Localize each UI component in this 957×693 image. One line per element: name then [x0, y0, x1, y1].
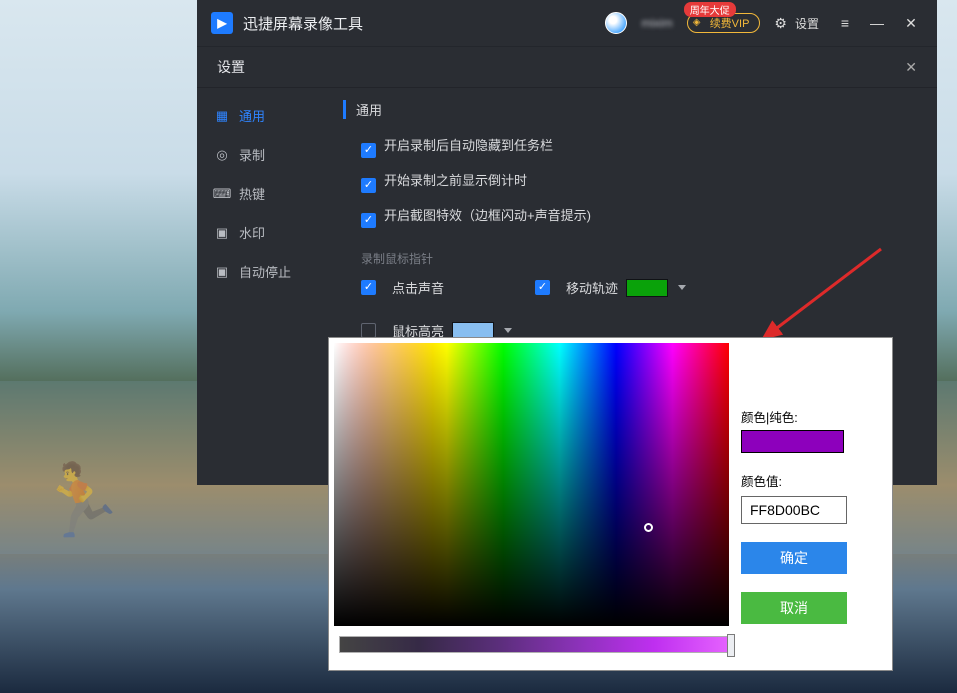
color-sv-area[interactable] — [334, 343, 729, 626]
sidebar-item-label: 水印 — [239, 223, 265, 242]
preview-swatch — [741, 430, 844, 453]
value-label: 颜色值: — [741, 471, 874, 490]
option-label: 开始录制之前显示倒计时 — [384, 173, 527, 188]
checkbox-click-sound[interactable] — [361, 280, 376, 295]
vip-diamond-icon: ◈ — [693, 17, 701, 28]
option-label: 移动轨迹 — [566, 278, 618, 297]
sidebar-item-autostop[interactable]: ▣ 自动停止 — [197, 252, 329, 291]
sidebar-item-general[interactable]: ▦ 通用 — [197, 96, 329, 135]
sidebar-item-record[interactable]: ◎ 录制 — [197, 135, 329, 174]
vip-label: 续费VIP — [710, 18, 750, 30]
checkbox-highlight[interactable] — [361, 323, 376, 338]
mouse-group-label: 录制鼠标指针 — [361, 250, 923, 267]
ok-button[interactable]: 确定 — [741, 542, 847, 574]
username[interactable]: mixim — [637, 16, 676, 30]
app-icon: ▶ — [211, 12, 233, 34]
sidebar-item-label: 自动停止 — [239, 262, 291, 281]
menu-icon[interactable]: ≡ — [831, 15, 855, 31]
subheader-close[interactable]: ✕ — [905, 59, 917, 76]
sidebar-item-label: 通用 — [239, 106, 265, 125]
cancel-button[interactable]: 取消 — [741, 592, 847, 624]
sidebar-item-watermark[interactable]: ▣ 水印 — [197, 213, 329, 252]
watermark-icon: ▣ — [215, 226, 229, 240]
gear-icon[interactable]: ⚙ — [774, 15, 787, 32]
subheader-title: 设置 — [217, 57, 245, 77]
color-picker-popup: 颜色|纯色: 颜色值: 确定 取消 — [328, 337, 893, 671]
checkbox-countdown[interactable] — [361, 178, 376, 193]
checkbox-hide-taskbar[interactable] — [361, 143, 376, 158]
renew-vip-button[interactable]: 周年大促 ◈ 续费VIP — [687, 13, 761, 33]
checkbox-screenshot-fx[interactable] — [361, 213, 376, 228]
option-label: 开启录制后自动隐藏到任务栏 — [384, 138, 553, 153]
close-button[interactable]: ✕ — [899, 15, 923, 32]
sidebar-item-label: 热键 — [239, 184, 265, 203]
promo-badge: 周年大促 — [684, 2, 736, 17]
dropdown-arrow-icon[interactable] — [504, 328, 512, 333]
titlebar: ▶ 迅捷屏幕录像工具 mixim 周年大促 ◈ 续费VIP ⚙ 设置 ≡ — ✕ — [197, 0, 937, 46]
option-label: 开启截图特效（边框闪动+声音提示) — [384, 208, 591, 223]
sv-cursor[interactable] — [644, 523, 653, 532]
keyboard-icon: ⌨ — [215, 187, 229, 201]
grid-icon: ▦ — [215, 109, 229, 123]
bg-silhouette — [30, 454, 130, 586]
avatar[interactable] — [605, 12, 627, 34]
record-icon: ◎ — [215, 148, 229, 162]
sidebar-item-label: 录制 — [239, 145, 265, 164]
subheader: 设置 ✕ — [197, 46, 937, 88]
hue-slider[interactable] — [339, 636, 734, 653]
checkbox-move-trail[interactable] — [535, 280, 550, 295]
stop-icon: ▣ — [215, 265, 229, 279]
solid-label: 颜色|纯色: — [741, 407, 874, 426]
settings-label[interactable]: 设置 — [795, 15, 819, 32]
hue-thumb[interactable] — [727, 634, 735, 657]
sidebar-item-hotkey[interactable]: ⌨ 热键 — [197, 174, 329, 213]
sidebar: ▦ 通用 ◎ 录制 ⌨ 热键 ▣ 水印 ▣ 自动停止 — [197, 88, 329, 485]
minimize-button[interactable]: — — [865, 15, 889, 31]
app-title: 迅捷屏幕录像工具 — [243, 13, 363, 34]
color-swatch-trail[interactable] — [626, 279, 668, 297]
section-title: 通用 — [343, 100, 923, 119]
dropdown-arrow-icon[interactable] — [678, 285, 686, 290]
hex-input[interactable] — [741, 496, 847, 524]
option-label: 点击声音 — [392, 278, 444, 297]
